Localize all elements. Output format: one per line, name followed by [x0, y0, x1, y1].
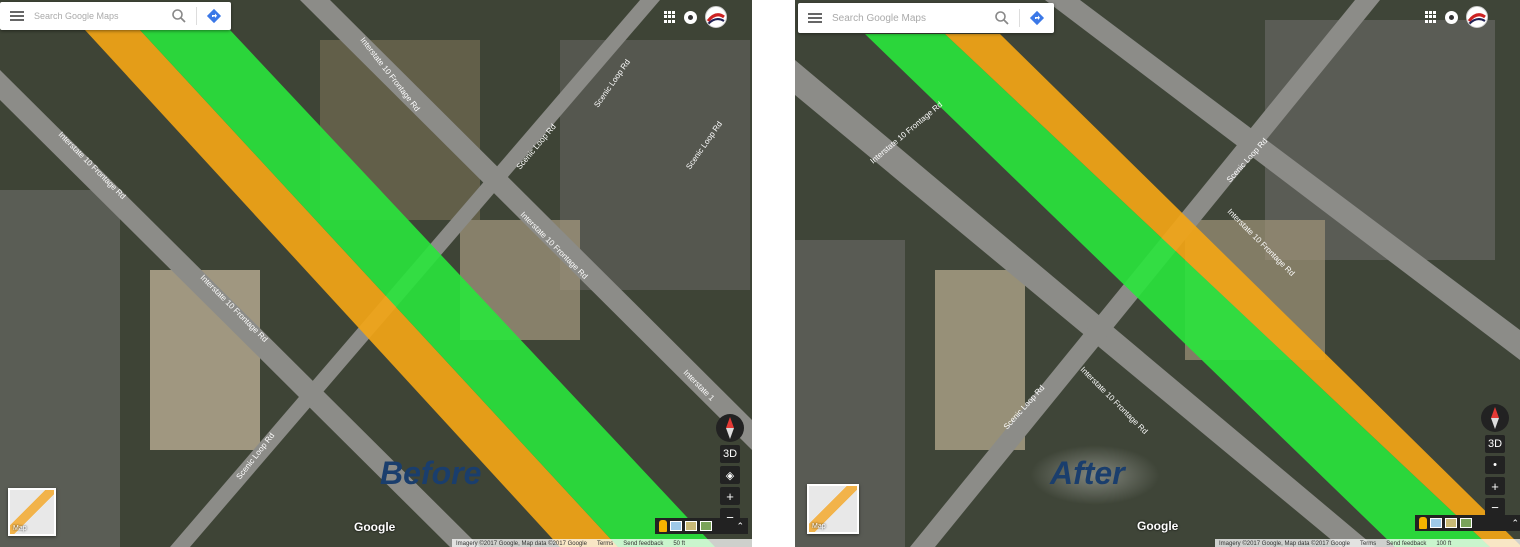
- compass-icon[interactable]: [716, 414, 744, 442]
- avatar[interactable]: [1466, 6, 1488, 28]
- menu-icon[interactable]: [808, 13, 822, 23]
- menu-icon[interactable]: [10, 11, 24, 21]
- minimap-label: Map: [812, 523, 826, 530]
- apps-grid-icon[interactable]: [664, 11, 676, 23]
- map-panel-before[interactable]: Interstate 10 Frontage Rd Interstate 10 …: [0, 0, 752, 547]
- zoom-in-button[interactable]: +: [720, 487, 740, 505]
- directions-icon[interactable]: [205, 7, 223, 25]
- imagery-thumb-icon[interactable]: [685, 521, 697, 531]
- satellite-map-before[interactable]: Interstate 10 Frontage Rd Interstate 10 …: [0, 0, 752, 547]
- map-layer-toggle[interactable]: Map: [807, 484, 859, 534]
- chevron-up-icon[interactable]: ⌃: [1511, 518, 1519, 529]
- attribution-bar: Imagery ©2017 Google, Map data ©2017 Goo…: [1215, 539, 1520, 547]
- search-icon[interactable]: [993, 9, 1011, 27]
- google-logo: Google: [354, 520, 396, 534]
- directions-icon[interactable]: [1028, 9, 1046, 27]
- compass-icon[interactable]: [1481, 404, 1509, 432]
- locate-icon[interactable]: •: [1485, 456, 1505, 474]
- send-feedback-link[interactable]: Send feedback: [623, 541, 663, 547]
- pegman-icon[interactable]: [1419, 517, 1427, 529]
- satellite-map-after[interactable]: Interstate 10 Frontage Rd Interstate 10 …: [795, 0, 1520, 547]
- imagery-thumb-icon[interactable]: [700, 521, 712, 531]
- scale-label[interactable]: 100 ft: [1436, 541, 1451, 547]
- google-logo: Google: [1137, 519, 1179, 533]
- imagery-attribution: Imagery ©2017 Google, Map data ©2017 Goo…: [456, 540, 587, 547]
- imagery-thumb-icon[interactable]: [670, 521, 682, 531]
- account-area: [664, 6, 727, 28]
- chevron-up-icon[interactable]: ⌃: [736, 521, 744, 532]
- notifications-icon[interactable]: [684, 10, 697, 24]
- search-box[interactable]: Search Google Maps: [0, 2, 231, 30]
- imagery-thumb-icon[interactable]: [1430, 518, 1442, 528]
- imagery-thumb-icon[interactable]: [1460, 518, 1472, 528]
- attribution-bar: Imagery ©2017 Google, Map data ©2017 Goo…: [452, 539, 752, 547]
- zoom-out-button[interactable]: −: [1485, 498, 1505, 516]
- minimap-label: Map: [13, 525, 27, 532]
- account-area: [1425, 6, 1488, 28]
- before-label: Before: [380, 455, 482, 491]
- map-controls: 3D • + −: [1481, 404, 1509, 516]
- search-divider: [1019, 9, 1020, 27]
- notifications-icon[interactable]: [1445, 10, 1458, 24]
- locate-icon[interactable]: ◈: [720, 466, 740, 484]
- avatar[interactable]: [705, 6, 727, 28]
- terms-link[interactable]: Terms: [597, 541, 613, 547]
- search-box[interactable]: Search Google Maps: [798, 3, 1054, 33]
- search-icon[interactable]: [170, 7, 188, 25]
- scale-label[interactable]: 50 ft: [673, 541, 685, 547]
- send-feedback-link[interactable]: Send feedback: [1386, 541, 1426, 547]
- 3d-toggle-button[interactable]: 3D: [720, 445, 740, 463]
- pegman-icon[interactable]: [659, 520, 667, 532]
- map-layer-toggle[interactable]: Map: [8, 488, 56, 536]
- street-view-bar[interactable]: ⌃: [1415, 515, 1520, 531]
- zoom-in-button[interactable]: +: [1485, 477, 1505, 495]
- 3d-toggle-button[interactable]: 3D: [1485, 435, 1505, 453]
- search-divider: [196, 7, 197, 25]
- terms-link[interactable]: Terms: [1360, 541, 1376, 547]
- apps-grid-icon[interactable]: [1425, 11, 1437, 23]
- imagery-thumb-icon[interactable]: [1445, 518, 1457, 528]
- after-label: After: [1050, 455, 1125, 491]
- street-view-bar[interactable]: ⌃: [655, 518, 748, 534]
- imagery-attribution: Imagery ©2017 Google, Map data ©2017 Goo…: [1219, 540, 1350, 547]
- search-input[interactable]: Search Google Maps: [832, 13, 993, 24]
- search-input[interactable]: Search Google Maps: [34, 11, 170, 21]
- map-controls: 3D ◈ + −: [716, 414, 744, 526]
- map-panel-after[interactable]: Interstate 10 Frontage Rd Interstate 10 …: [795, 0, 1520, 547]
